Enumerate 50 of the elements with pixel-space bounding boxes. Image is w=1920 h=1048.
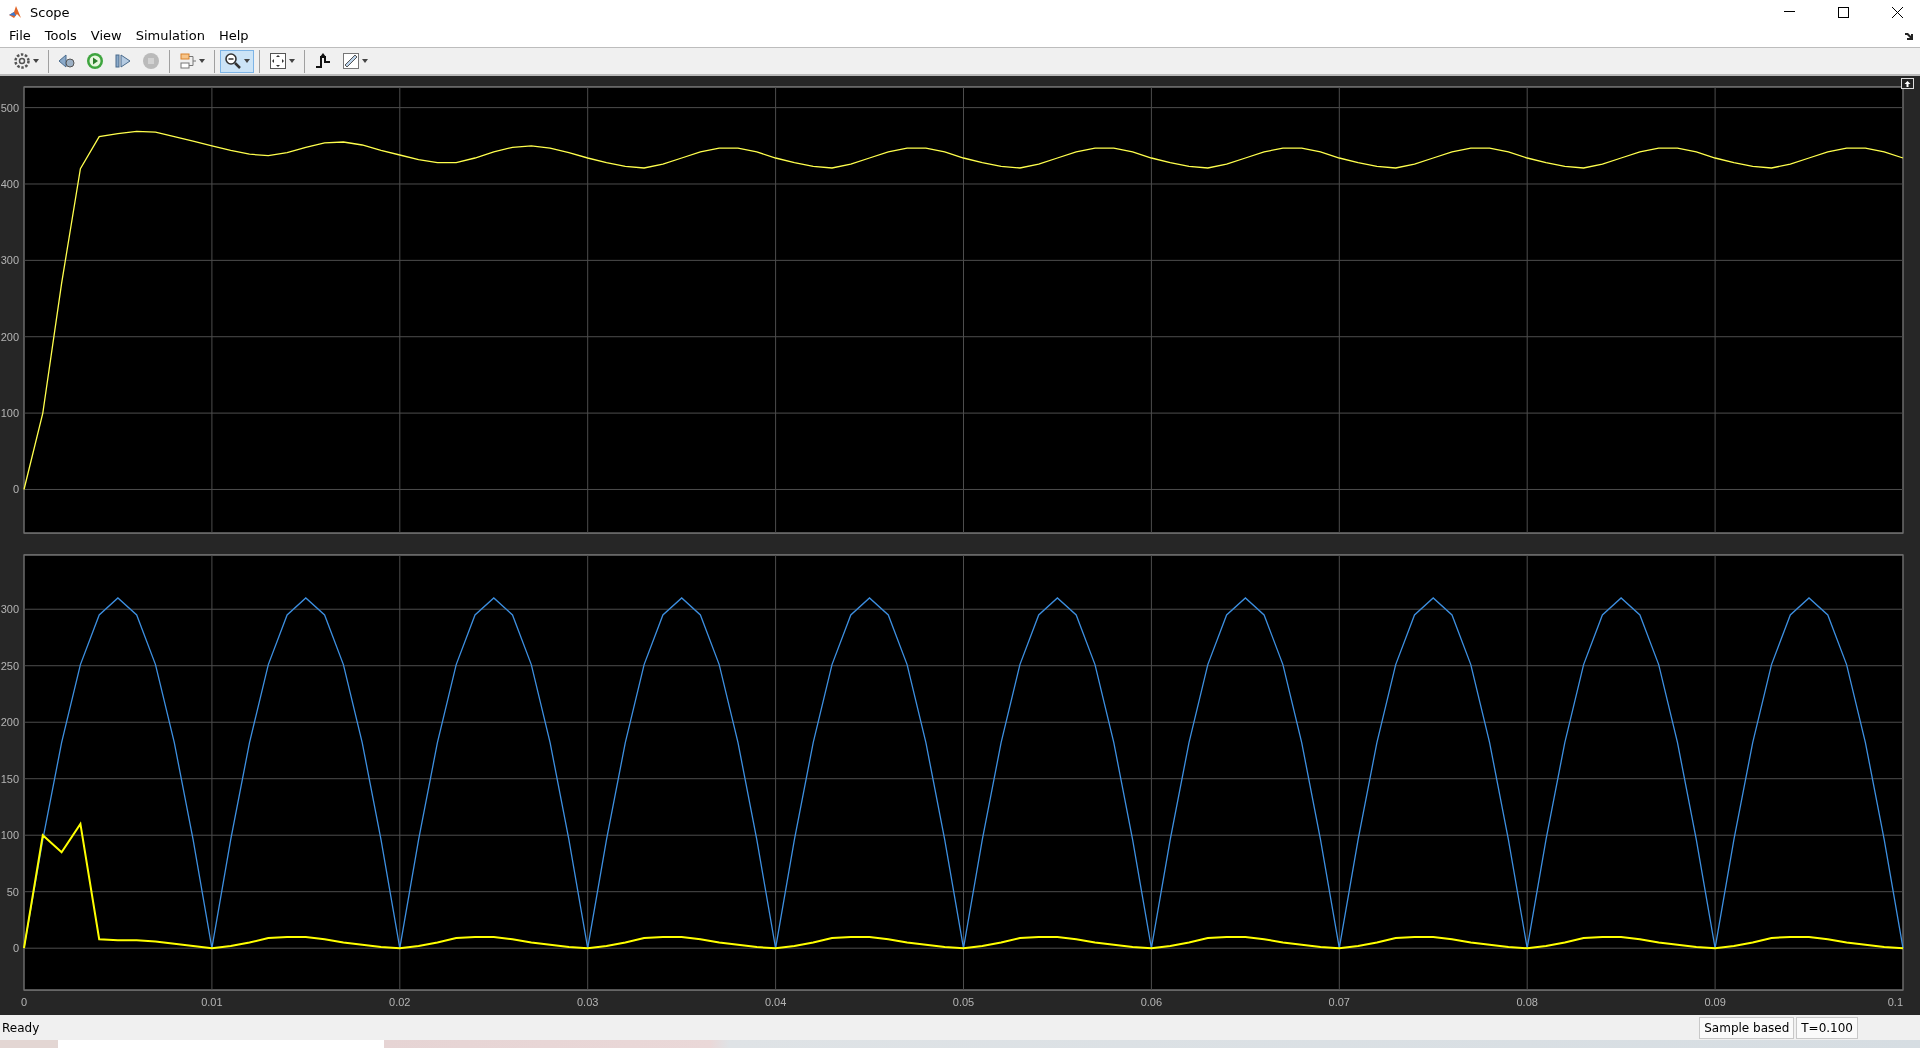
status-field: T=0.100	[1796, 1016, 1858, 1039]
menu-item[interactable]: Simulation	[130, 26, 210, 46]
status-field: Sample based	[1699, 1016, 1795, 1039]
menu-item[interactable]: Tools	[39, 26, 82, 46]
window-title: Scope	[30, 4, 71, 20]
y-tick-label: 400	[0, 178, 19, 191]
y-tick-label: 300	[0, 603, 19, 616]
app-logo-icon	[8, 5, 22, 19]
x-tick-label: 0.08	[1516, 996, 1538, 1009]
x-tick-label: 0.09	[1704, 996, 1726, 1009]
menu-item[interactable]: File	[4, 26, 36, 46]
y-tick-label: 250	[0, 659, 19, 672]
y-tick-label: 100	[0, 407, 19, 420]
caret-icon[interactable]	[244, 59, 250, 64]
y-tick-label: 200	[0, 716, 19, 729]
x-tick-label: 0.01	[201, 996, 223, 1009]
x-tick-label: 0.02	[389, 996, 411, 1009]
dock-arrow-icon[interactable]	[1905, 31, 1914, 40]
signal-select-icon[interactable]	[179, 52, 197, 71]
caret-icon[interactable]	[289, 59, 295, 64]
undock-icon[interactable]	[1901, 78, 1914, 90]
y-tick-label: 0	[12, 483, 19, 496]
caret-icon[interactable]	[199, 59, 205, 64]
caret-icon[interactable]	[362, 59, 368, 64]
x-tick-label: 0.06	[1140, 996, 1163, 1009]
x-tick-label: 0.03	[577, 996, 599, 1009]
menu-item[interactable]: Help	[213, 26, 254, 46]
minimize-icon[interactable]	[1783, 11, 1795, 13]
y-tick-label: 150	[0, 772, 19, 785]
y-tick-label: 300	[0, 254, 19, 267]
y-tick-label: 0	[12, 942, 19, 955]
y-tick-label: 100	[0, 829, 19, 842]
x-tick-label: 0.1	[1887, 996, 1903, 1009]
maximize-icon[interactable]	[1837, 6, 1849, 18]
fit-icon[interactable]	[269, 52, 287, 71]
zoom-button[interactable]	[220, 49, 254, 73]
y-tick-label: 50	[6, 885, 19, 898]
menu-item[interactable]: View	[85, 26, 127, 46]
x-tick-label: 0	[20, 996, 28, 1009]
zoom-out-icon[interactable]	[224, 52, 242, 71]
ruler-icon[interactable]	[342, 52, 360, 71]
x-tick-label: 0.05	[952, 996, 975, 1009]
status-message: Ready	[1, 1020, 41, 1035]
close-icon[interactable]	[1891, 6, 1903, 18]
x-tick-label: 0.04	[764, 996, 787, 1009]
x-tick-label: 0.07	[1328, 996, 1350, 1009]
y-tick-label: 200	[0, 330, 19, 343]
settings-icon[interactable]	[13, 52, 31, 71]
caret-icon[interactable]	[33, 59, 39, 64]
y-tick-label: 500	[0, 101, 19, 114]
